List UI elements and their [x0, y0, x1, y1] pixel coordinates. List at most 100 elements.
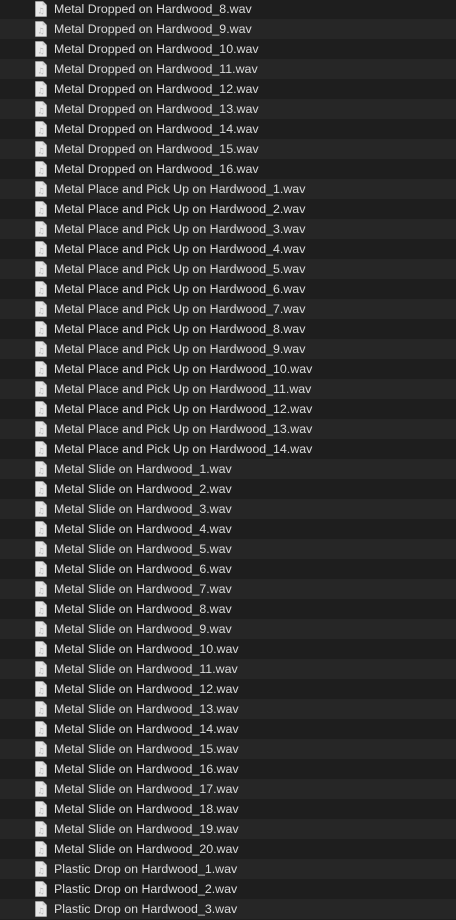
- file-row[interactable]: ♫ Metal Dropped on Hardwood_13.wav: [0, 99, 456, 119]
- file-row[interactable]: ♫ Metal Dropped on Hardwood_14.wav: [0, 119, 456, 139]
- audio-file-icon: ♫: [35, 801, 47, 817]
- file-row[interactable]: ♫ Metal Slide on Hardwood_8.wav: [0, 599, 456, 619]
- file-row[interactable]: ♫ Metal Place and Pick Up on Hardwood_3.w…: [0, 219, 456, 239]
- file-row[interactable]: ♫ Metal Slide on Hardwood_2.wav: [0, 479, 456, 499]
- file-name: Metal Dropped on Hardwood_12.wav: [54, 82, 259, 96]
- file-row[interactable]: ♫ Metal Slide on Hardwood_10.wav: [0, 639, 456, 659]
- audio-file-icon: ♫: [35, 641, 47, 657]
- file-row[interactable]: ♫ Metal Slide on Hardwood_7.wav: [0, 579, 456, 599]
- file-row[interactable]: ♫ Metal Dropped on Hardwood_8.wav: [0, 0, 456, 19]
- file-row[interactable]: ♫ Metal Slide on Hardwood_1.wav: [0, 459, 456, 479]
- svg-text:♫: ♫: [37, 747, 44, 756]
- file-name: Metal Place and Pick Up on Hardwood_10.w…: [54, 362, 313, 376]
- file-row[interactable]: ♫ Metal Slide on Hardwood_16.wav: [0, 759, 456, 779]
- audio-file-icon: ♫: [35, 361, 47, 377]
- file-row[interactable]: ♫ Metal Dropped on Hardwood_16.wav: [0, 159, 456, 179]
- svg-text:♫: ♫: [37, 87, 44, 96]
- file-row[interactable]: ♫ Metal Dropped on Hardwood_10.wav: [0, 39, 456, 59]
- file-name: Metal Dropped on Hardwood_14.wav: [54, 122, 259, 136]
- file-name: Metal Slide on Hardwood_11.wav: [54, 662, 238, 676]
- file-row[interactable]: ♫ Metal Place and Pick Up on Hardwood_11.…: [0, 379, 456, 399]
- audio-file-icon: ♫: [35, 301, 47, 317]
- audio-file-icon: ♫: [35, 721, 47, 737]
- audio-file-icon: ♫: [35, 841, 47, 857]
- audio-file-icon: ♫: [35, 221, 47, 237]
- file-row[interactable]: ♫ Metal Slide on Hardwood_11.wav: [0, 659, 456, 679]
- file-name: Metal Slide on Hardwood_19.wav: [54, 822, 239, 836]
- file-name: Metal Slide on Hardwood_15.wav: [54, 742, 239, 756]
- svg-text:♫: ♫: [37, 247, 44, 256]
- file-name: Metal Slide on Hardwood_5.wav: [54, 542, 232, 556]
- file-name: Plastic Drop on Hardwood_1.wav: [54, 862, 238, 876]
- file-row[interactable]: ♫ Metal Place and Pick Up on Hardwood_9.w…: [0, 339, 456, 359]
- svg-text:♫: ♫: [37, 107, 44, 116]
- file-name: Metal Slide on Hardwood_2.wav: [54, 482, 232, 496]
- file-name: Metal Place and Pick Up on Hardwood_13.w…: [54, 422, 313, 436]
- file-row[interactable]: ♫ Metal Slide on Hardwood_3.wav: [0, 499, 456, 519]
- file-row[interactable]: ♫ Plastic Drop on Hardwood_2.wav: [0, 879, 456, 899]
- file-name: Metal Dropped on Hardwood_15.wav: [54, 142, 259, 156]
- file-row[interactable]: ♫ Metal Slide on Hardwood_17.wav: [0, 779, 456, 799]
- svg-text:♫: ♫: [37, 347, 44, 356]
- svg-text:♫: ♫: [37, 467, 44, 476]
- svg-text:♫: ♫: [37, 307, 44, 316]
- file-name: Metal Place and Pick Up on Hardwood_5.wa…: [54, 262, 306, 276]
- file-row[interactable]: ♫ Metal Slide on Hardwood_18.wav: [0, 799, 456, 819]
- file-row[interactable]: ♫ Metal Place and Pick Up on Hardwood_7.w…: [0, 299, 456, 319]
- file-row[interactable]: ♫ Metal Slide on Hardwood_6.wav: [0, 559, 456, 579]
- svg-text:♫: ♫: [37, 807, 44, 816]
- svg-text:♫: ♫: [37, 187, 44, 196]
- file-row[interactable]: ♫ Metal Place and Pick Up on Hardwood_12.…: [0, 399, 456, 419]
- file-row[interactable]: ♫ Plastic Drop on Hardwood_1.wav: [0, 859, 456, 879]
- file-row[interactable]: ♫ Metal Place and Pick Up on Hardwood_1.w…: [0, 179, 456, 199]
- file-row[interactable]: ♫ Metal Place and Pick Up on Hardwood_2.w…: [0, 199, 456, 219]
- file-row[interactable]: ♫ Metal Place and Pick Up on Hardwood_5.w…: [0, 259, 456, 279]
- file-row[interactable]: ♫ Metal Place and Pick Up on Hardwood_13.…: [0, 419, 456, 439]
- svg-text:♫: ♫: [37, 487, 44, 496]
- file-row[interactable]: ♫ Metal Slide on Hardwood_9.wav: [0, 619, 456, 639]
- file-row[interactable]: ♫ Metal Place and Pick Up on Hardwood_4.w…: [0, 239, 456, 259]
- file-row[interactable]: ♫ Metal Slide on Hardwood_4.wav: [0, 519, 456, 539]
- file-row[interactable]: ♫ Metal Dropped on Hardwood_11.wav: [0, 59, 456, 79]
- file-row[interactable]: ♫ Metal Place and Pick Up on Hardwood_10.…: [0, 359, 456, 379]
- svg-text:♫: ♫: [37, 427, 44, 436]
- file-row[interactable]: ♫ Metal Slide on Hardwood_20.wav: [0, 839, 456, 859]
- audio-file-icon: ♫: [35, 821, 47, 837]
- file-name: Metal Slide on Hardwood_4.wav: [54, 522, 232, 536]
- file-row[interactable]: ♫ Metal Slide on Hardwood_12.wav: [0, 679, 456, 699]
- file-row[interactable]: ♫ Metal Dropped on Hardwood_15.wav: [0, 139, 456, 159]
- file-name: Metal Slide on Hardwood_17.wav: [54, 782, 239, 796]
- audio-file-icon: ♫: [35, 521, 47, 537]
- file-name: Metal Slide on Hardwood_13.wav: [54, 702, 239, 716]
- file-row[interactable]: ♫ Metal Place and Pick Up on Hardwood_14.…: [0, 439, 456, 459]
- audio-file-icon: ♫: [35, 761, 47, 777]
- file-name: Metal Place and Pick Up on Hardwood_1.wa…: [54, 182, 306, 196]
- file-row[interactable]: ♫ Metal Slide on Hardwood_19.wav: [0, 819, 456, 839]
- audio-file-icon: ♫: [35, 61, 47, 77]
- audio-file-icon: ♫: [35, 621, 47, 637]
- svg-text:♫: ♫: [37, 547, 44, 556]
- svg-text:♫: ♫: [37, 867, 44, 876]
- audio-file-icon: ♫: [35, 321, 47, 337]
- file-row[interactable]: ♫ Metal Slide on Hardwood_13.wav: [0, 699, 456, 719]
- svg-text:♫: ♫: [37, 327, 44, 336]
- svg-text:♫: ♫: [37, 827, 44, 836]
- file-row[interactable]: ♫ Plastic Drop on Hardwood_3.wav: [0, 899, 456, 919]
- file-row[interactable]: ♫ Metal Slide on Hardwood_14.wav: [0, 719, 456, 739]
- file-row[interactable]: ♫ Metal Slide on Hardwood_5.wav: [0, 539, 456, 559]
- svg-text:♫: ♫: [37, 207, 44, 216]
- file-name: Metal Place and Pick Up on Hardwood_14.w…: [54, 442, 313, 456]
- svg-text:♫: ♫: [37, 407, 44, 416]
- file-name: Metal Place and Pick Up on Hardwood_9.wa…: [54, 342, 306, 356]
- file-name: Metal Slide on Hardwood_20.wav: [54, 842, 239, 856]
- file-row[interactable]: ♫ Metal Dropped on Hardwood_12.wav: [0, 79, 456, 99]
- svg-text:♫: ♫: [37, 227, 44, 236]
- audio-file-icon: ♫: [35, 541, 47, 557]
- file-row[interactable]: ♫ Metal Place and Pick Up on Hardwood_6.w…: [0, 279, 456, 299]
- file-row[interactable]: ♫ Metal Dropped on Hardwood_9.wav: [0, 19, 456, 39]
- file-row[interactable]: ♫ Metal Place and Pick Up on Hardwood_8.w…: [0, 319, 456, 339]
- file-row[interactable]: ♫ Metal Slide on Hardwood_15.wav: [0, 739, 456, 759]
- audio-file-icon: ♫: [35, 381, 47, 397]
- svg-text:♫: ♫: [37, 147, 44, 156]
- file-name: Metal Slide on Hardwood_14.wav: [54, 722, 239, 736]
